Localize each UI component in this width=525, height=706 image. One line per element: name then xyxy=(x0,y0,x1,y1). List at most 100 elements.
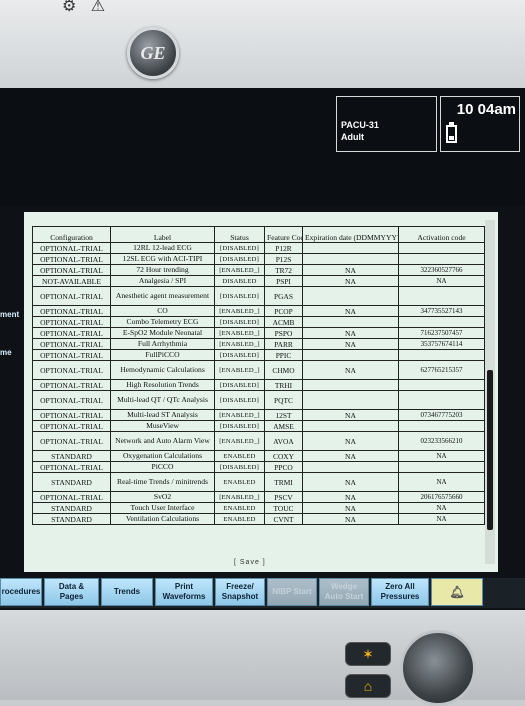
row-configuration: OPTIONAL-TRIAL xyxy=(32,327,111,339)
table-row[interactable]: OPTIONAL-TRIAL Multi-lead QT / QTc Analys… xyxy=(32,390,485,410)
row-feature-code: AVOA xyxy=(264,431,303,451)
alarm-silence-hardkey[interactable]: ✶ xyxy=(345,642,391,666)
table-row[interactable]: OPTIONAL-TRIAL 72 Hour trending [ENABLED_]… xyxy=(32,264,485,276)
col-status: Status xyxy=(214,226,265,243)
table-row[interactable]: STANDARD Oxygenation Calculations ENABLED C… xyxy=(32,450,485,462)
procedures-button[interactable]: rocedures xyxy=(0,578,42,606)
row-label: Real-time Trends / minitrends xyxy=(110,472,215,492)
row-expiration: NA xyxy=(302,431,399,451)
row-activation-code xyxy=(398,286,485,306)
trends-button[interactable]: Trends xyxy=(101,578,153,606)
table-row[interactable]: OPTIONAL-TRIAL Multi-lead ST Analysis [ENA… xyxy=(32,409,485,421)
row-label: Analgesia / SPI xyxy=(110,275,215,287)
freeze-snapshot-button[interactable]: Freeze/ Snapshot xyxy=(215,578,265,606)
row-status: [DISABLED] xyxy=(214,379,265,391)
row-configuration: OPTIONAL-TRIAL xyxy=(32,390,111,410)
scrollbar[interactable] xyxy=(485,220,495,564)
table-header: Configuration Label Status Feature Code … xyxy=(32,226,485,243)
top-icons: ⚙ ⚠ xyxy=(62,0,115,16)
row-expiration xyxy=(302,316,399,328)
row-configuration: STANDARD xyxy=(32,502,111,514)
row-feature-code: PQTC xyxy=(264,390,303,410)
row-status: [DISABLED] xyxy=(214,316,265,328)
row-activation-code: NA xyxy=(398,275,485,287)
row-configuration: OPTIONAL-TRIAL xyxy=(32,338,111,350)
row-label: Oxygenation Calculations xyxy=(110,450,215,462)
battery-icon xyxy=(446,122,457,143)
row-activation-code: 023233566210 xyxy=(398,431,485,451)
row-activation-code: 627765215357 xyxy=(398,360,485,380)
scroll-thumb[interactable] xyxy=(487,370,493,530)
row-label: Multi-lead ST Analysis xyxy=(110,409,215,421)
table-row[interactable]: OPTIONAL-TRIAL Hemodynamic Calculations [E… xyxy=(32,360,485,380)
row-status: [ENABLED_] xyxy=(214,327,265,339)
row-status: [ENABLED_] xyxy=(214,409,265,421)
row-configuration: OPTIONAL-TRIAL xyxy=(32,305,111,317)
bottom-menu-bar: rocedures Data & Pages Trends Print Wave… xyxy=(0,578,525,608)
row-status: [DISABLED] xyxy=(214,286,265,306)
home-hardkey[interactable]: ⌂ xyxy=(345,674,391,698)
row-activation-code xyxy=(398,316,485,328)
col-expiration-date: Expiration date (DDMMYYYY) xyxy=(302,226,399,243)
alarm-menu-button[interactable]: 🔔︎ xyxy=(431,578,483,606)
bed-name: PACU-31 xyxy=(341,120,379,130)
table-row[interactable]: OPTIONAL-TRIAL Network and Auto Alarm Vie… xyxy=(32,431,485,451)
row-feature-code: 12ST xyxy=(264,409,303,421)
trim-knob[interactable] xyxy=(400,630,476,706)
row-status: [DISABLED] xyxy=(214,253,265,265)
wedge-auto-button[interactable]: Wedge Auto Start xyxy=(319,578,369,606)
bell-icon: 🔔︎ xyxy=(449,585,465,599)
row-status: [ENABLED_] xyxy=(214,491,265,503)
table-row[interactable]: OPTIONAL-TRIAL Anesthetic agent measureme… xyxy=(32,286,485,306)
row-activation-code xyxy=(398,242,485,254)
row-label: High Resolution Trends xyxy=(110,379,215,391)
table-row[interactable]: OPTIONAL-TRIAL 12RL 12-lead ECG [DISABLED]… xyxy=(32,242,485,254)
row-feature-code: P12S xyxy=(264,253,303,265)
row-configuration: OPTIONAL-TRIAL xyxy=(32,379,111,391)
row-status: ENABLED xyxy=(214,472,265,492)
row-activation-code: 716237507457 xyxy=(398,327,485,339)
patient-box[interactable]: PACU-31 Adult xyxy=(336,96,437,152)
row-activation-code: NA xyxy=(398,472,485,492)
table-row[interactable]: STANDARD Touch User Interface ENABLED TOUC N… xyxy=(32,502,485,514)
table-row[interactable]: OPTIONAL-TRIAL E-SpO2 Module Neonatal [ENA… xyxy=(32,327,485,339)
row-configuration: OPTIONAL-TRIAL xyxy=(32,461,111,473)
row-feature-code: TRHI xyxy=(264,379,303,391)
row-status: [ENABLED_] xyxy=(214,305,265,317)
row-configuration: STANDARD xyxy=(32,472,111,492)
status-bar: PACU-31 Adult 10 04am xyxy=(0,88,525,206)
zero-all-pressures-button[interactable]: Zero All Pressures xyxy=(371,578,429,606)
row-status: [DISABLED] xyxy=(214,390,265,410)
row-configuration: OPTIONAL-TRIAL xyxy=(32,420,111,432)
row-expiration: NA xyxy=(302,275,399,287)
table-row[interactable]: OPTIONAL-TRIAL CO [ENABLED_] PCOP NA 34773552… xyxy=(32,305,485,317)
row-configuration: OPTIONAL-TRIAL xyxy=(32,409,111,421)
row-expiration: NA xyxy=(302,305,399,317)
table-row[interactable]: OPTIONAL-TRIAL 12SL ECG with ACI-TIPI [DIS… xyxy=(32,253,485,265)
table-row[interactable]: OPTIONAL-TRIAL PiCCO [DISABLED] PPCO xyxy=(32,461,485,473)
table-row[interactable]: NOT-AVAILABLE Analgesia / SPI DISABLED PSPI… xyxy=(32,275,485,287)
row-expiration: NA xyxy=(302,513,399,525)
table-row[interactable]: OPTIONAL-TRIAL Full Arrhythmia [ENABLED_] P… xyxy=(32,338,485,350)
row-label: SvO2 xyxy=(110,491,215,503)
row-label: MuseView xyxy=(110,420,215,432)
save-button[interactable]: [ Save ] xyxy=(234,559,266,566)
table-row[interactable]: OPTIONAL-TRIAL High Resolution Trends [DIS… xyxy=(32,379,485,391)
table-row[interactable]: OPTIONAL-TRIAL FullPiCCO [DISABLED] PPIC xyxy=(32,349,485,361)
row-feature-code: COXY xyxy=(264,450,303,462)
patient-category: Adult xyxy=(341,132,364,142)
table-row[interactable]: STANDARD Real-time Trends / minitrends ENA… xyxy=(32,472,485,492)
table-row[interactable]: STANDARD Ventilation Calculations ENABLED C… xyxy=(32,513,485,525)
nibp-start-button[interactable]: NIBP Start xyxy=(267,578,317,606)
print-waveforms-button[interactable]: Print Waveforms xyxy=(155,578,213,606)
side-label-2[interactable]: me xyxy=(0,348,12,357)
table-row[interactable]: OPTIONAL-TRIAL SvO2 [ENABLED_] PSCV NA 206176… xyxy=(32,491,485,503)
row-configuration: OPTIONAL-TRIAL xyxy=(32,431,111,451)
row-label: FullPiCCO xyxy=(110,349,215,361)
side-label-1[interactable]: ment xyxy=(0,310,19,319)
table-row[interactable]: OPTIONAL-TRIAL MuseView [DISABLED] AMSE xyxy=(32,420,485,432)
row-configuration: OPTIONAL-TRIAL xyxy=(32,253,111,265)
data-pages-button[interactable]: Data & Pages xyxy=(44,578,99,606)
table-row[interactable]: OPTIONAL-TRIAL Combo Telemetry ECG [DISABL… xyxy=(32,316,485,328)
row-expiration xyxy=(302,420,399,432)
